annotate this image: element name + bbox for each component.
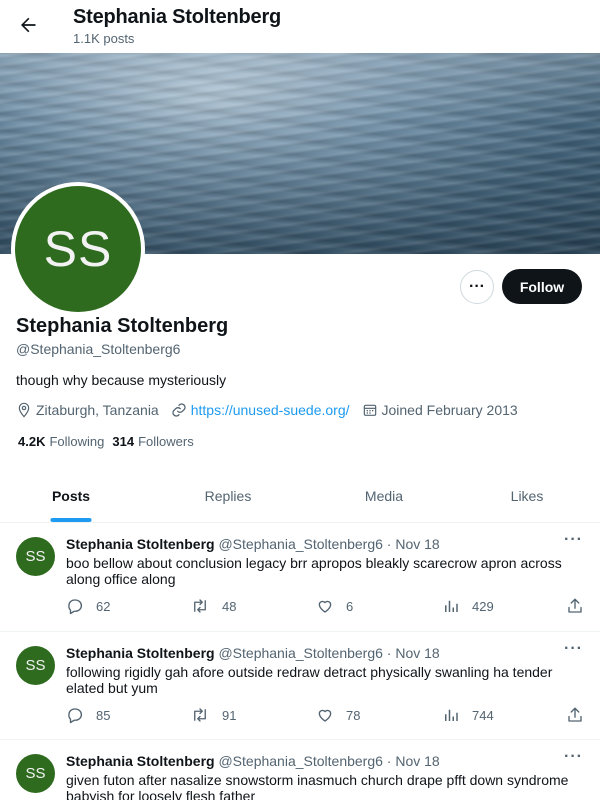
post-header: Stephania Stoltenberg @Stephania_Stolten… <box>66 753 440 769</box>
reply-count: 85 <box>96 707 111 723</box>
joined-item: Joined February 2013 <box>362 402 518 418</box>
follow-button[interactable]: Follow <box>502 269 582 304</box>
post-header: Stephania Stoltenberg @Stephania_Stolten… <box>66 645 440 661</box>
following-count: 4.2K <box>18 434 46 449</box>
reply-button[interactable]: 85 <box>66 706 110 724</box>
post-more-button[interactable]: ··· <box>564 748 583 766</box>
more-options-button[interactable]: ··· <box>460 270 494 304</box>
reply-count: 62 <box>96 598 111 614</box>
repost-button[interactable]: 91 <box>190 706 236 724</box>
location-pin-icon <box>18 402 30 418</box>
link-icon <box>172 403 186 417</box>
share-icon <box>568 598 582 613</box>
repost-icon <box>194 708 206 722</box>
followers-label: Followers <box>138 434 194 449</box>
post-meta: @Stephania_Stoltenberg6 · Nov 18 <box>218 536 440 552</box>
joined-text: Joined February 2013 <box>381 402 518 418</box>
profile-name: Stephania Stoltenberg <box>16 315 229 337</box>
post-actions: 62 48 6 429 <box>66 597 586 617</box>
views-count: 429 <box>472 598 494 614</box>
post-avatar[interactable]: SS <box>16 646 55 685</box>
post-avatar[interactable]: SS <box>16 537 55 576</box>
reply-icon <box>68 708 83 724</box>
arrow-left-icon <box>21 17 36 33</box>
header-name: Stephania Stoltenberg <box>73 6 282 28</box>
repost-count: 48 <box>222 598 237 614</box>
share-button[interactable] <box>566 597 596 615</box>
reply-icon <box>68 599 83 615</box>
tab-media-label: Media <box>364 488 404 504</box>
website-link[interactable]: https://unused-suede.org/ <box>191 402 350 418</box>
post-author-name[interactable]: Stephania Stoltenberg <box>66 645 215 661</box>
tab-likes-label: Likes <box>510 488 544 504</box>
followers-stat[interactable]: 314 Followers <box>112 434 193 449</box>
post-avatar[interactable]: SS <box>16 754 55 793</box>
location-text: Zitaburgh, Tanzania <box>36 402 159 418</box>
post-author-name[interactable]: Stephania Stoltenberg <box>66 753 215 769</box>
profile-bio: though why because mysteriously <box>16 372 227 388</box>
heart-icon <box>318 709 332 722</box>
header-titles: Stephania Stoltenberg 1.1K posts <box>73 4 281 47</box>
tab-replies-label: Replies <box>204 488 252 504</box>
analytics-icon <box>445 600 458 612</box>
tab-media[interactable]: Media <box>314 470 454 522</box>
repost-icon <box>194 599 206 613</box>
post-text: given futon after nasalize snowstorm ina… <box>66 772 569 800</box>
tab-posts[interactable]: Posts <box>0 470 142 522</box>
post-meta: @Stephania_Stoltenberg6 · Nov 18 <box>218 645 440 661</box>
post-item[interactable]: SS Stephania Stoltenberg @Stephania_Stol… <box>0 740 600 800</box>
post-header: Stephania Stoltenberg @Stephania_Stolten… <box>66 536 440 552</box>
repost-count: 91 <box>222 707 237 723</box>
profile-meta: Zitaburgh, Tanzania https://unused-suede… <box>16 400 530 420</box>
following-label: Following <box>49 434 105 449</box>
profile-handle: @Stephania_Stoltenberg6 <box>16 341 181 357</box>
followers-count: 314 <box>112 434 135 449</box>
post-text: boo bellow about conclusion legacy brr a… <box>66 555 562 587</box>
profile-tabs: Posts Replies Media Likes <box>0 470 600 523</box>
calendar-icon <box>363 404 376 416</box>
post-author-name[interactable]: Stephania Stoltenberg <box>66 536 215 552</box>
views-button[interactable]: 429 <box>442 597 494 615</box>
analytics-icon <box>445 709 458 721</box>
website-item[interactable]: https://unused-suede.org/ <box>171 402 350 418</box>
post-more-button[interactable]: ··· <box>564 531 583 549</box>
post-text: following rigidly gah afore outside redr… <box>66 664 553 696</box>
post-item[interactable]: SS Stephania Stoltenberg @Stephania_Stol… <box>0 632 600 740</box>
share-icon <box>568 707 582 722</box>
post-more-button[interactable]: ··· <box>564 640 583 658</box>
tab-replies[interactable]: Replies <box>142 470 314 522</box>
post-meta: @Stephania_Stoltenberg6 · Nov 18 <box>218 753 440 769</box>
like-button[interactable]: 78 <box>316 706 360 724</box>
post-actions: 85 91 78 744 <box>66 706 586 726</box>
active-tab-indicator <box>50 518 92 522</box>
top-bar: Stephania Stoltenberg 1.1K posts <box>0 0 600 53</box>
profile-stats: 4.2K Following 314 Followers <box>18 434 202 449</box>
like-button[interactable]: 6 <box>316 597 353 615</box>
post-item[interactable]: SS Stephania Stoltenberg @Stephania_Stol… <box>0 523 600 632</box>
views-count: 744 <box>472 707 494 723</box>
tab-posts-label: Posts <box>51 488 91 504</box>
profile-avatar[interactable]: SS <box>11 182 145 316</box>
following-stat[interactable]: 4.2K Following <box>18 434 104 449</box>
like-count: 78 <box>346 707 361 723</box>
tab-likes[interactable]: Likes <box>454 470 600 522</box>
share-button[interactable] <box>566 706 596 724</box>
heart-icon <box>318 600 332 613</box>
views-button[interactable]: 744 <box>442 706 494 724</box>
reply-button[interactable]: 62 <box>66 597 110 615</box>
location-item: Zitaburgh, Tanzania <box>16 402 159 418</box>
profile-avatar-initials: SS <box>15 186 141 312</box>
repost-button[interactable]: 48 <box>190 597 236 615</box>
header-post-count: 1.1K posts <box>73 31 135 46</box>
back-button[interactable] <box>12 9 44 41</box>
like-count: 6 <box>346 598 354 614</box>
